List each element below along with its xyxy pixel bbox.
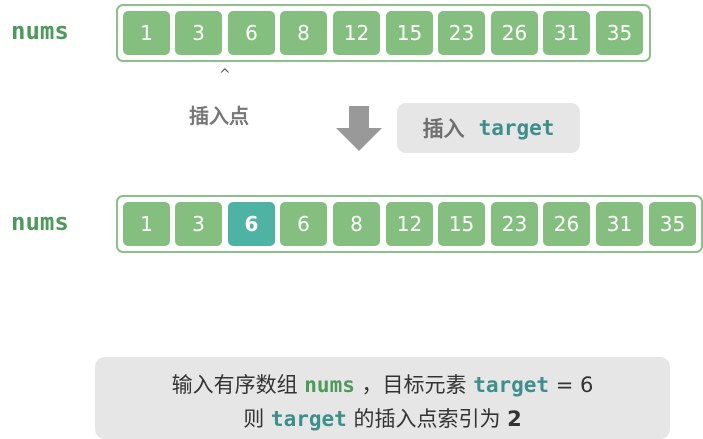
top-cell: 1 [123,11,170,55]
top-cell: 31 [543,11,590,55]
down-arrow-icon [336,106,382,151]
top-cell: 3 [175,11,222,55]
top-cell: 12 [333,11,380,55]
bottom-cell: 12 [386,202,433,246]
bottom-cell: 23 [491,202,538,246]
insertion-point-label: 插入点 [189,104,249,128]
bottom-cell: 31 [596,202,643,246]
bottom-array-label: nums [11,208,69,236]
insertion-caret-icon: ^ [219,67,231,83]
bottom-cell-inserted: 6 [228,202,275,246]
insert-target-code: target [478,116,555,140]
bottom-cell: 1 [123,202,170,246]
top-cell: 8 [280,11,327,55]
insert-target-pill: 插入 target [397,103,580,153]
caption-code-nums: nums [304,373,355,397]
bottom-cell: 26 [543,202,590,246]
bottom-array: 1 3 6 6 8 12 15 23 26 31 35 [116,195,703,253]
bottom-cell: 6 [280,202,327,246]
caption-code-target: target [270,407,347,431]
bottom-cell: 3 [175,202,222,246]
top-array-label: nums [11,17,69,45]
top-cell: 35 [596,11,643,55]
caption-code-target: target [473,373,550,397]
caption-line-2: 则 target 的插入点索引为 2 [95,403,670,433]
caption-text: 输入有序数组 [171,373,305,397]
caption-insertion-index: 2 [507,407,522,431]
caption-text: ，目标元素 [354,373,474,397]
top-cell: 6 [228,11,275,55]
caption-text: 则 [243,407,271,431]
top-cell: 26 [491,11,538,55]
caption-text: = 6 [549,373,594,397]
bottom-cell: 35 [649,202,696,246]
top-cell: 23 [438,11,485,55]
caption-box: 输入有序数组 nums ，目标元素 target = 6 则 target 的插… [95,357,670,439]
top-cell: 15 [386,11,433,55]
top-array: 1 3 6 8 12 15 23 26 31 35 [116,4,651,62]
caption-line-1: 输入有序数组 nums ，目标元素 target = 6 [95,369,670,399]
bottom-cell: 15 [438,202,485,246]
insert-verb: 插入 [422,117,465,141]
bottom-cell: 8 [333,202,380,246]
caption-text: 的插入点索引为 [346,407,508,431]
